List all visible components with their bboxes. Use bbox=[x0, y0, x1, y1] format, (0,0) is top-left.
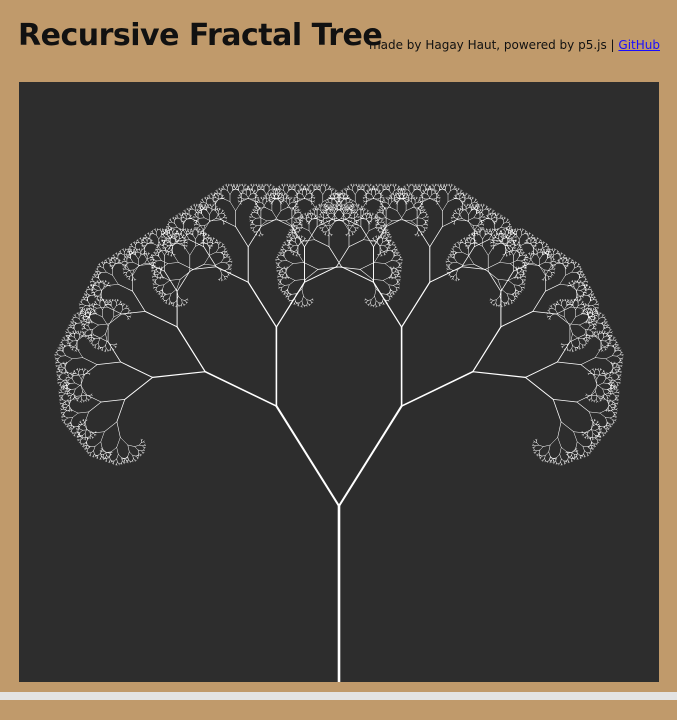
credits-text: made by Hagay Haut, powered by p5.js | bbox=[368, 38, 619, 52]
tree-branch-layer bbox=[82, 210, 596, 438]
page-title: Recursive Fractal Tree bbox=[18, 18, 383, 53]
tree-branches bbox=[54, 183, 624, 682]
tree-branch-layer bbox=[120, 246, 558, 400]
fractal-canvas[interactable] bbox=[19, 82, 659, 682]
tree-branch-layer bbox=[275, 405, 403, 508]
tree-branch-layer bbox=[204, 326, 474, 407]
page: Recursive Fractal Tree made by Hagay Hau… bbox=[0, 0, 677, 720]
tree-branch-layer bbox=[54, 183, 624, 466]
github-link[interactable]: GitHub bbox=[618, 38, 660, 52]
tree-branch-layer bbox=[151, 281, 527, 379]
fractal-tree-drawing bbox=[54, 183, 624, 682]
credits-line: made by Hagay Haut, powered by p5.js | G… bbox=[369, 38, 660, 52]
tree-branch-layer bbox=[96, 226, 582, 423]
bottom-scrollbar[interactable] bbox=[0, 692, 677, 700]
